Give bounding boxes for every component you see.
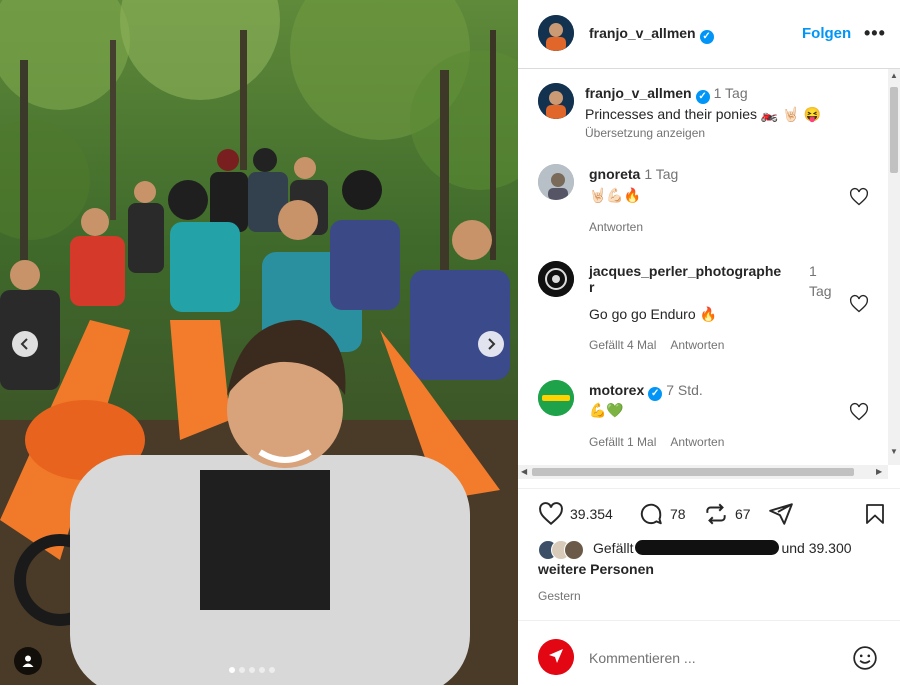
caption-text: Princesses and their ponies 🏍️ 🤘🏻 😝 bbox=[585, 106, 821, 122]
comment-avatar[interactable] bbox=[538, 380, 574, 416]
add-comment-bar: Kommentieren ... bbox=[518, 620, 900, 686]
scrollbar-thumb[interactable] bbox=[532, 468, 854, 476]
comment-text: Go go go Enduro 🔥 bbox=[589, 306, 717, 322]
chevron-left-icon bbox=[20, 338, 28, 350]
scroll-down-arrow-icon[interactable]: ▼ bbox=[890, 447, 898, 456]
current-user-avatar[interactable] bbox=[538, 639, 574, 675]
comment-username-wrap[interactable]: r bbox=[589, 279, 594, 295]
liked-by-line1: Gefällt und 39.300 bbox=[593, 540, 852, 556]
tagged-users-button[interactable] bbox=[14, 647, 42, 675]
caption-author-avatar[interactable] bbox=[538, 83, 574, 119]
scroll-right-arrow-icon[interactable]: ▶ bbox=[876, 467, 882, 476]
repost-icon bbox=[706, 503, 726, 525]
comment-username[interactable]: motorex ✓ 7 Std. bbox=[589, 382, 703, 401]
share-button[interactable] bbox=[768, 501, 794, 527]
heart-icon bbox=[539, 502, 563, 526]
author-username[interactable]: franjo_v_allmen ✓ bbox=[589, 25, 714, 44]
comment-avatar[interactable] bbox=[538, 164, 574, 200]
heart-icon[interactable] bbox=[849, 402, 869, 422]
follow-button[interactable]: Folgen bbox=[802, 25, 851, 42]
translate-link[interactable]: Übersetzung anzeigen bbox=[585, 126, 705, 140]
smiley-icon[interactable] bbox=[852, 645, 878, 671]
comment-username[interactable]: jacques_perler_photographe r bbox=[589, 263, 804, 295]
comments-section[interactable]: franjo_v_allmen ✓ 1 Tag Princesses and the… bbox=[518, 69, 900, 465]
verified-badge-icon: ✓ bbox=[699, 30, 714, 44]
caption-avatar-image bbox=[538, 83, 574, 119]
carousel-indicator bbox=[229, 667, 275, 673]
comments-horizontal-scrollbar[interactable]: ◀ ▶ bbox=[518, 465, 888, 479]
comment-text: 💪💚 bbox=[589, 402, 624, 418]
comment-text: 🤘🏻💪🏻🔥 bbox=[589, 187, 642, 203]
author-avatar[interactable] bbox=[538, 15, 574, 51]
scroll-left-arrow-icon[interactable]: ◀ bbox=[521, 467, 527, 476]
heart-icon[interactable] bbox=[849, 187, 869, 207]
repost-button[interactable]: 67 bbox=[703, 501, 751, 527]
post-header: franjo_v_allmen ✓ Folgen ••• bbox=[518, 0, 900, 69]
comment-username-text[interactable]: gnoreta bbox=[589, 166, 640, 182]
save-button[interactable] bbox=[863, 501, 887, 527]
repost-count: 67 bbox=[735, 506, 751, 522]
carousel-next-button[interactable] bbox=[478, 331, 504, 357]
author-username-text[interactable]: franjo_v_allmen bbox=[589, 25, 696, 41]
carousel-prev-button[interactable] bbox=[12, 331, 38, 357]
bookmark-icon bbox=[866, 504, 884, 524]
liker-avatar bbox=[564, 540, 584, 560]
reply-button[interactable]: Antworten bbox=[670, 435, 724, 449]
verified-badge-icon: ✓ bbox=[695, 90, 710, 104]
caption-time: 1 Tag bbox=[713, 85, 748, 101]
comment-time: 7 Std. bbox=[666, 382, 703, 398]
reply-button[interactable]: Antworten bbox=[589, 220, 643, 234]
comments-vertical-scrollbar[interactable]: ▲ ▼ bbox=[888, 69, 900, 465]
liked-by-line2[interactable]: weitere Personen bbox=[538, 561, 654, 577]
comment-count: 78 bbox=[670, 506, 686, 522]
comment-icon bbox=[640, 503, 662, 525]
comment-username-text[interactable]: motorex bbox=[589, 382, 644, 398]
comment-time: 1 Tag bbox=[644, 166, 679, 182]
comment-avatar-image bbox=[538, 164, 574, 200]
caption-username[interactable]: franjo_v_allmen ✓ 1 Tag bbox=[585, 85, 748, 104]
comment-meta: Gefällt 1 Mal Antworten bbox=[589, 435, 738, 449]
comment-time: 1 bbox=[809, 263, 817, 279]
carousel-dot bbox=[259, 667, 265, 673]
comment-likes-count[interactable]: Gefällt 4 Mal bbox=[589, 338, 656, 352]
comment-username-text[interactable]: jacques_perler_photographe bbox=[589, 263, 781, 279]
comment-button[interactable]: 78 bbox=[638, 501, 686, 527]
heart-icon[interactable] bbox=[849, 294, 869, 314]
liked-by-suffix: und 39.300 bbox=[781, 540, 852, 556]
chevron-right-icon bbox=[488, 338, 496, 350]
comment-meta: Antworten bbox=[589, 220, 657, 234]
verified-badge-icon: ✓ bbox=[648, 387, 663, 401]
comment-time-wrap: Tag bbox=[809, 283, 832, 299]
like-button[interactable]: 39.354 bbox=[538, 501, 613, 527]
post-photo[interactable] bbox=[0, 0, 518, 685]
more-options-button[interactable]: ••• bbox=[864, 23, 886, 44]
liked-by-prefix: Gefällt bbox=[593, 540, 634, 556]
comment-meta: Gefällt 4 Mal Antworten bbox=[589, 338, 738, 352]
motorex-logo-icon bbox=[538, 380, 574, 416]
liked-by-avatars bbox=[538, 540, 590, 560]
comment-username[interactable]: gnoreta 1 Tag bbox=[589, 166, 678, 182]
post-details-panel: franjo_v_allmen ✓ Folgen ••• franjo_v_all… bbox=[518, 0, 900, 685]
nau-logo-icon bbox=[538, 639, 574, 675]
caption-username-text[interactable]: franjo_v_allmen bbox=[585, 85, 692, 101]
share-icon bbox=[769, 503, 793, 525]
scroll-up-arrow-icon[interactable]: ▲ bbox=[890, 71, 898, 80]
comment-likes-count[interactable]: Gefällt 1 Mal bbox=[589, 435, 656, 449]
like-count: 39.354 bbox=[570, 506, 613, 522]
comment-avatar-image bbox=[538, 261, 574, 297]
comment-input[interactable]: Kommentieren ... bbox=[589, 650, 696, 666]
redacted-username bbox=[635, 540, 780, 555]
action-bar: 39.354 78 67 bbox=[518, 488, 900, 541]
carousel-dot bbox=[269, 667, 275, 673]
carousel-dot bbox=[239, 667, 245, 673]
reply-button[interactable]: Antworten bbox=[670, 338, 724, 352]
photo-scene bbox=[0, 0, 518, 685]
author-avatar-image bbox=[538, 15, 574, 51]
carousel-dot bbox=[229, 667, 235, 673]
scrollbar-thumb[interactable] bbox=[890, 87, 898, 173]
post-date: Gestern bbox=[538, 589, 581, 603]
user-tag-icon bbox=[22, 655, 34, 667]
comment-avatar[interactable] bbox=[538, 261, 574, 297]
carousel-dot bbox=[249, 667, 255, 673]
